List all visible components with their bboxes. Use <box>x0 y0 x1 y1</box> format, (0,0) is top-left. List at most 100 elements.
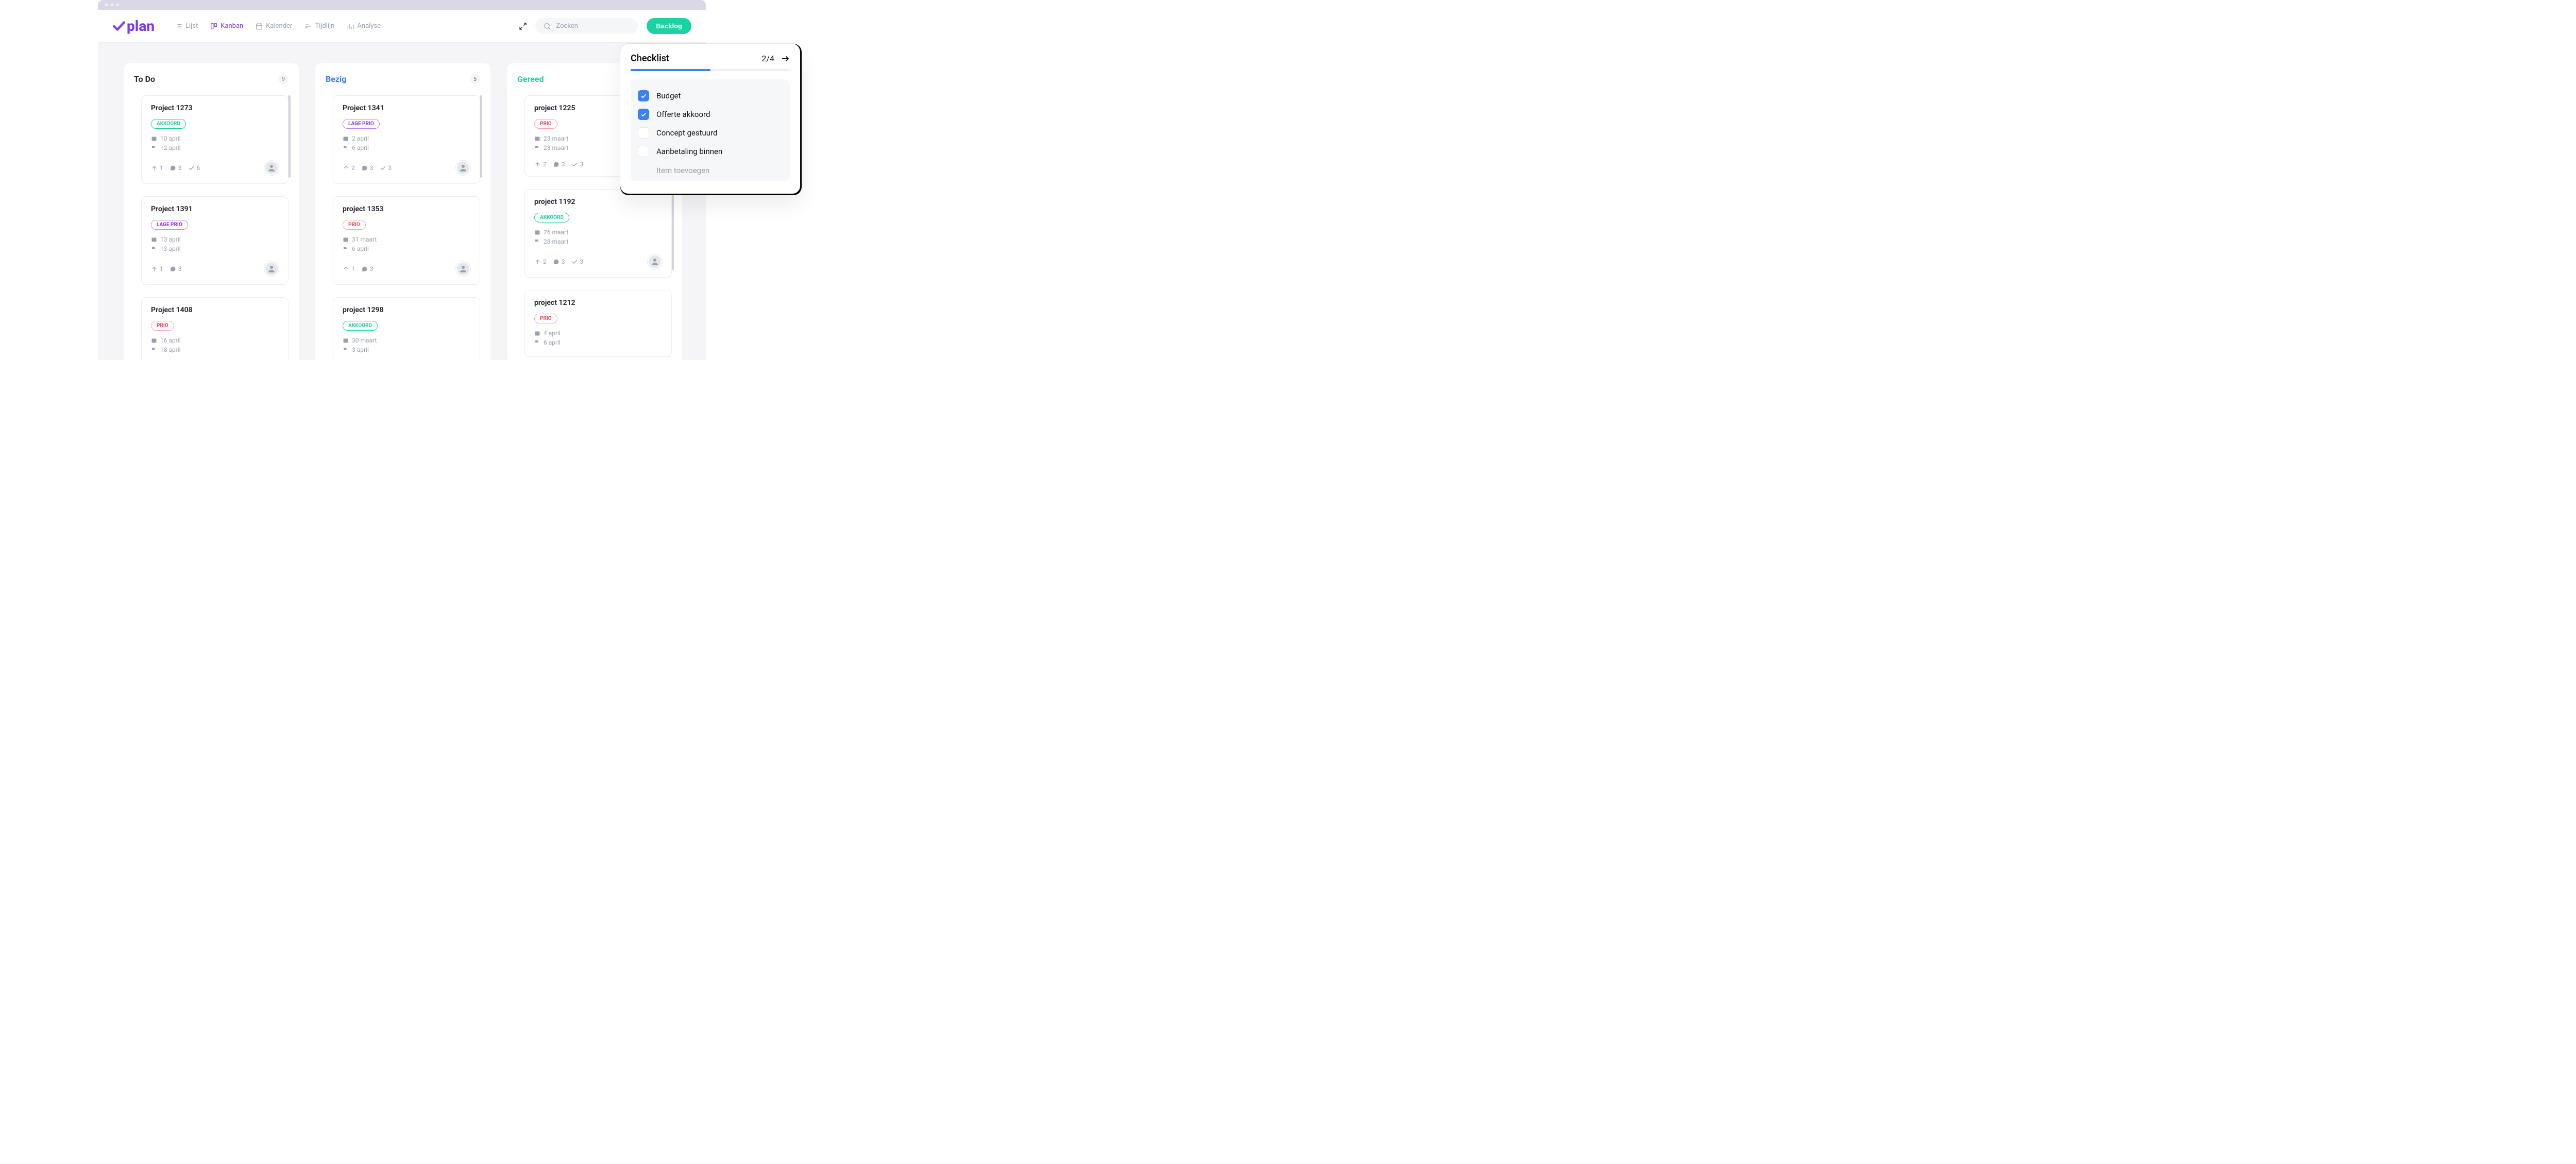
list-icon <box>175 23 182 30</box>
checklist-item[interactable]: Offerte akkoord <box>638 105 783 124</box>
nav-kanban[interactable]: Kanban <box>210 22 243 30</box>
stat-attachments: 1 <box>151 164 163 172</box>
card-tag: PRIO <box>343 220 366 230</box>
brand-logo[interactable]: plan <box>112 18 155 35</box>
nav-lijst[interactable]: Lijst <box>175 22 198 30</box>
stat-comments: 3 <box>170 265 182 272</box>
kanban-card[interactable]: Project 1391 LAGE PRIO 13 april 13 april… <box>141 196 289 285</box>
checklist-progress-bar <box>631 69 790 71</box>
view-nav: Lijst Kanban Kalender Tijdlijn Analyse <box>175 22 381 30</box>
checklist-progress-text: 2/4 <box>761 54 774 63</box>
checklist-item-label: Offerte akkoord <box>656 110 710 119</box>
kanban-card[interactable]: Project 1341 LAGE PRIO 2 april 6 april 2… <box>333 95 480 184</box>
stat-attachments: 2 <box>534 258 547 265</box>
topbar: plan Lijst Kanban Kalender Tijdlijn Anal… <box>98 10 706 43</box>
search-input[interactable]: Zoeken <box>535 18 638 34</box>
avatar[interactable] <box>264 262 279 276</box>
card-title: Project 1408 <box>151 306 279 314</box>
checklist-item-label: Budget <box>656 91 681 100</box>
nav-tijdlijn[interactable]: Tijdlijn <box>304 22 334 30</box>
card-title: project 1353 <box>343 205 470 213</box>
checklist-item[interactable]: Concept gestuurd <box>638 124 783 142</box>
card-tag: AKKOORD <box>343 321 378 331</box>
nav-kalender[interactable]: Kalender <box>256 22 292 30</box>
stat-comments: 3 <box>553 258 565 265</box>
kanban-card[interactable]: Project 1273 AKKOORD 10 april 12 april 1… <box>141 95 289 184</box>
column-title: Gereed <box>517 74 544 84</box>
card-tag: LAGE PRIO <box>343 119 380 129</box>
checklist-item[interactable]: Aanbetaling binnen <box>638 142 783 161</box>
nav-analyse[interactable]: Analyse <box>347 22 381 30</box>
card-date-start: 10 april <box>151 135 279 142</box>
stat-tasks: 6 <box>188 164 200 172</box>
card-date-start: 4 april <box>534 330 662 337</box>
column-bezig: Bezig 5 Project 1341 LAGE PRIO 2 april 6… <box>315 63 490 360</box>
kanban-board: To Do 9 Project 1273 AKKOORD 10 april 12… <box>98 43 706 360</box>
card-date-start: 13 april <box>151 236 279 243</box>
stat-comments: 3 <box>361 164 374 172</box>
card-date-start: 26 maart <box>534 229 662 236</box>
card-date-start: 16 april <box>151 337 279 344</box>
avatar[interactable] <box>264 161 279 175</box>
card-date-end: 18 april <box>151 346 279 353</box>
checkbox-icon[interactable] <box>638 146 649 157</box>
card-date-end: 3 april <box>343 346 470 353</box>
arrow-right-icon[interactable] <box>781 54 790 63</box>
stat-attachments: 2 <box>343 164 355 172</box>
avatar[interactable] <box>456 161 470 175</box>
checklist-title: Checklist <box>631 53 669 64</box>
avatar[interactable] <box>456 262 470 276</box>
stat-attachments: 1 <box>151 265 163 272</box>
calendar-icon <box>256 23 263 30</box>
column-count: 5 <box>470 74 480 84</box>
card-date-start: 30 maart <box>343 337 470 344</box>
stat-attachments: 1 <box>343 265 355 272</box>
stat-tasks: 3 <box>571 161 584 168</box>
checklist-item[interactable]: Budget <box>638 87 783 105</box>
card-date-end: 6 april <box>534 339 662 346</box>
avatar[interactable] <box>648 254 662 269</box>
card-date-end: 6 april <box>343 245 470 252</box>
checkbox-icon[interactable] <box>638 127 649 139</box>
kanban-card[interactable]: project 1298 AKKOORD 30 maart 3 april <box>333 297 480 360</box>
stat-tasks: 3 <box>571 258 584 265</box>
stat-comments: 3 <box>361 265 374 272</box>
app-window: plan Lijst Kanban Kalender Tijdlijn Anal… <box>98 10 706 360</box>
card-tag: AKKOORD <box>534 213 569 222</box>
browser-title-bar <box>98 0 706 10</box>
card-date-end: 12 april <box>151 144 279 151</box>
card-title: project 1212 <box>534 299 662 307</box>
card-tag: PRIO <box>534 314 557 323</box>
column-count: 9 <box>278 74 289 84</box>
card-date-start: 2 april <box>343 135 470 142</box>
fullscreen-button[interactable] <box>519 22 527 30</box>
card-title: Project 1341 <box>343 104 470 112</box>
kanban-icon <box>210 23 217 30</box>
checkbox-icon[interactable] <box>638 90 649 101</box>
kanban-card[interactable]: project 1192 AKKOORD 26 maart 28 maart 2… <box>524 189 672 278</box>
card-title: Project 1391 <box>151 205 279 213</box>
checklist-item-label: Aanbetaling binnen <box>656 147 722 156</box>
backlog-button[interactable]: Backlog <box>647 18 691 34</box>
stat-tasks: 3 <box>380 164 392 172</box>
stat-comments: 3 <box>170 164 182 172</box>
kanban-card[interactable]: project 1353 PRIO 31 maart 6 april 13 <box>333 196 480 285</box>
card-tag: PRIO <box>151 321 174 331</box>
card-date-start: 31 maart <box>343 236 470 243</box>
card-tag: LAGE PRIO <box>151 220 188 230</box>
card-title: project 1298 <box>343 306 470 314</box>
checklist-item-label: Concept gestuurd <box>656 128 717 138</box>
checklist-add-item[interactable]: Item toevoegen <box>638 161 783 177</box>
card-date-end: 13 april <box>151 245 279 252</box>
checklist-items: Budget Offerte akkoord Concept gestuurd … <box>631 79 790 181</box>
kanban-card[interactable]: project 1212 PRIO 4 april 6 april <box>524 290 672 357</box>
card-title: Project 1273 <box>151 104 279 112</box>
kanban-card[interactable]: Project 1408 PRIO 16 april 18 april <box>141 297 289 360</box>
checkbox-icon[interactable] <box>638 109 649 120</box>
chart-icon <box>347 23 354 30</box>
card-title: project 1192 <box>534 198 662 206</box>
column-title: Bezig <box>326 74 346 84</box>
search-icon <box>544 23 551 30</box>
checklist-popover: Checklist 2/4 Budget Offerte akkoord Con… <box>620 44 801 194</box>
column-title: To Do <box>134 74 155 84</box>
